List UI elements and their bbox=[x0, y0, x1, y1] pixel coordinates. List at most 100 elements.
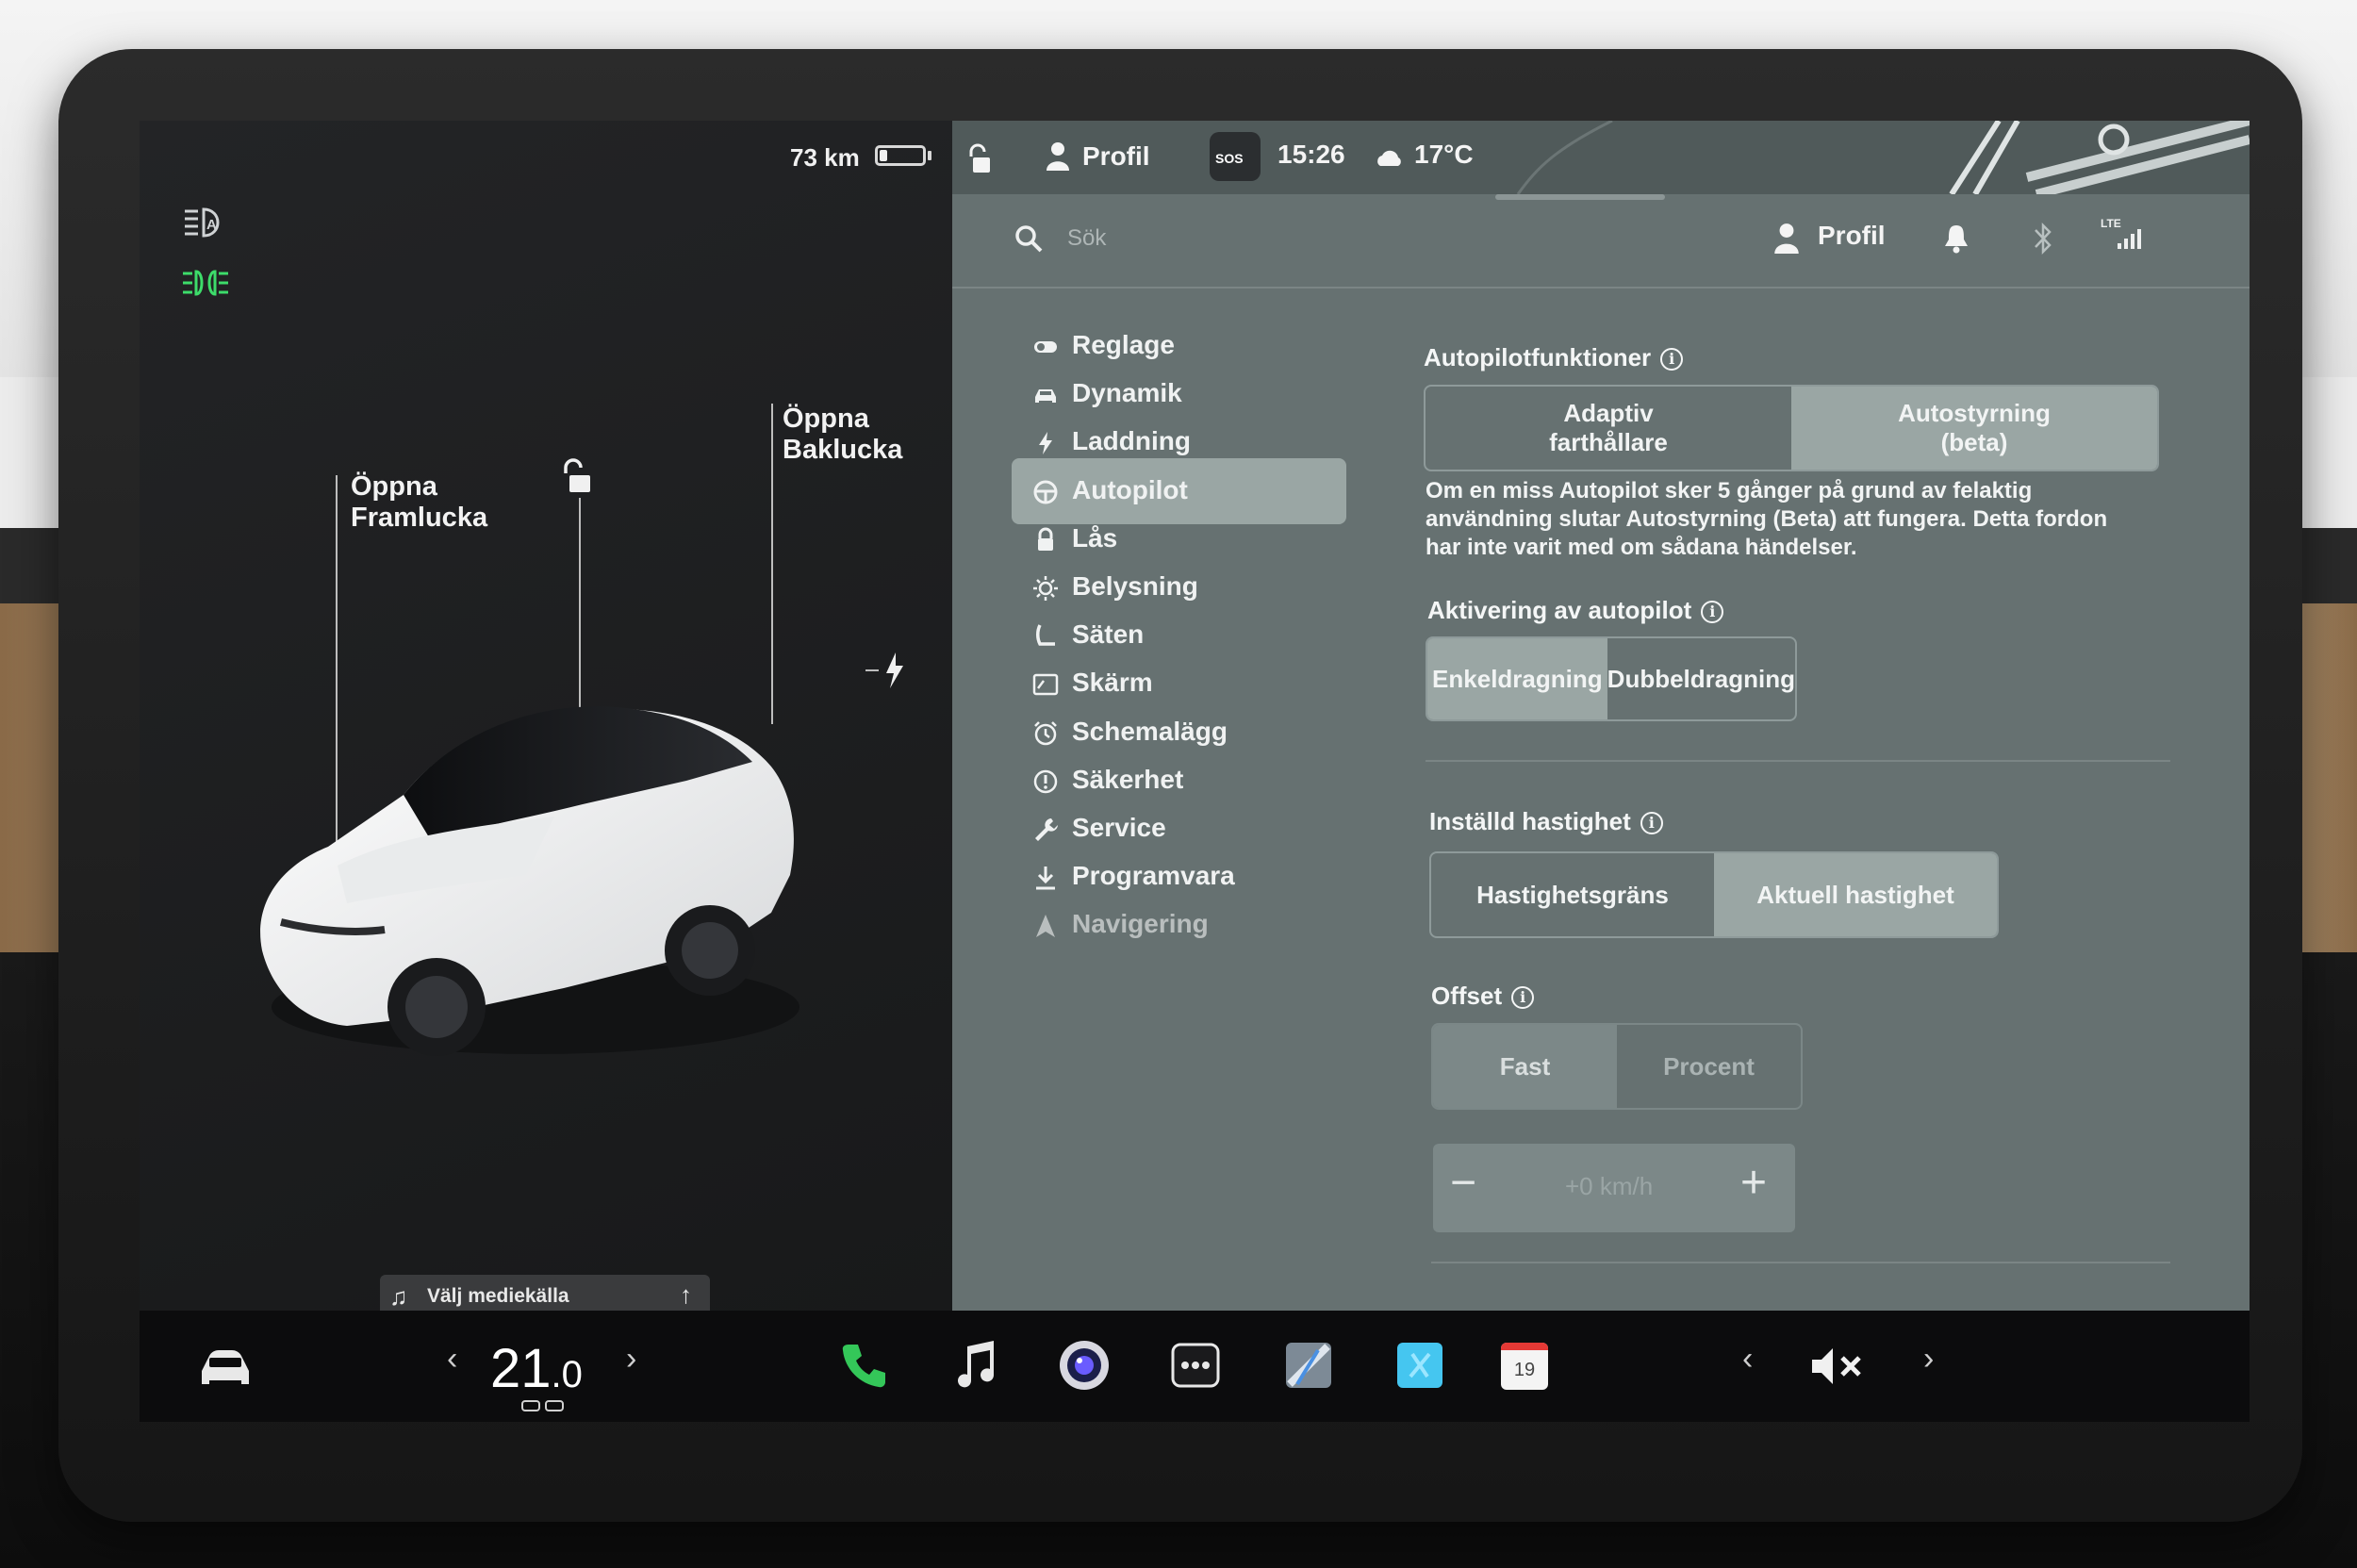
car-icon[interactable] bbox=[196, 1346, 255, 1390]
arrow-up-icon: ↑ bbox=[680, 1280, 692, 1309]
charge-port-icon[interactable] bbox=[865, 649, 913, 692]
outside-temperature: 17°C bbox=[1414, 140, 1474, 169]
profile-icon bbox=[1047, 142, 1069, 171]
search-input[interactable]: Sök bbox=[1067, 225, 1106, 252]
display-icon bbox=[1032, 674, 1059, 696]
set-speed-title: Inställd hastighet i bbox=[1429, 807, 1663, 836]
fixed-offset-option[interactable]: Fast bbox=[1433, 1025, 1617, 1108]
lock-status-icon[interactable] bbox=[965, 143, 994, 175]
info-icon[interactable]: i bbox=[1511, 986, 1535, 1009]
wrench-icon bbox=[1035, 818, 1058, 841]
menu-item-label: Laddning bbox=[1072, 426, 1191, 456]
double-pull-option[interactable]: Dubbeldragning bbox=[1607, 638, 1795, 719]
activation-selector: Enkeldragning Dubbeldragning bbox=[1426, 636, 1797, 721]
autopilot-activation-title: Aktivering av autopilot i bbox=[1427, 596, 1724, 625]
adaptive-cruise-option[interactable]: Adaptiv farthållare bbox=[1426, 387, 1791, 470]
camera-icon[interactable] bbox=[1056, 1337, 1113, 1394]
touchscreen: 73 km A Öppna Framlucka Öppna Baklucka ♫… bbox=[140, 121, 2250, 1422]
music-note-icon: ♫ bbox=[389, 1282, 408, 1311]
menu-item-label: Säten bbox=[1072, 619, 1145, 650]
menu-item-label: Säkerhet bbox=[1072, 764, 1184, 794]
autopilot-strike-description: Om en miss Autopilot sker 5 gånger på gr… bbox=[1426, 478, 2108, 560]
cloud-icon bbox=[1377, 150, 1401, 166]
current-speed-option[interactable]: Aktuell hastighet bbox=[1714, 853, 1997, 936]
profile-button[interactable]: Profil bbox=[1818, 221, 1886, 251]
menu-item-label: Skärm bbox=[1072, 668, 1153, 698]
section-divider bbox=[1426, 760, 2170, 762]
alarm-clock-icon bbox=[1034, 720, 1057, 745]
bluetooth-icon[interactable] bbox=[2031, 221, 2055, 256]
offset-stepper: − +0 km/h + bbox=[1433, 1144, 1795, 1232]
sun-icon bbox=[1033, 576, 1058, 601]
auto-headlights-icon[interactable]: A bbox=[181, 204, 230, 241]
menu-item-label: Navigering bbox=[1072, 909, 1209, 939]
menu-item-label: Reglage bbox=[1072, 330, 1175, 359]
sos-button[interactable]: SOS bbox=[1210, 132, 1261, 181]
svg-text:A: A bbox=[206, 217, 217, 233]
offset-type-selector: Fast Procent bbox=[1431, 1023, 1803, 1110]
parking-lights-icon[interactable] bbox=[181, 264, 230, 302]
navigation-app-icon[interactable] bbox=[1280, 1337, 1337, 1394]
more-apps-icon[interactable] bbox=[1167, 1337, 1224, 1394]
autopilot-features-title: Autopilotfunktioner i bbox=[1424, 343, 1684, 372]
temp-up-button[interactable]: › bbox=[626, 1341, 636, 1378]
status-profile-button[interactable]: Profil bbox=[1082, 141, 1150, 172]
car-icon bbox=[1035, 389, 1056, 404]
menu-item-label: Schemalägg bbox=[1072, 716, 1228, 746]
music-icon[interactable] bbox=[947, 1337, 1003, 1394]
set-speed-selector: Hastighetsgräns Aktuell hastighet bbox=[1429, 851, 1999, 938]
dash-panel-right bbox=[2300, 528, 2357, 603]
toybox-app-icon[interactable] bbox=[1392, 1337, 1448, 1394]
unlock-icon[interactable] bbox=[558, 458, 596, 496]
autosteer-option[interactable]: Autostyrning (beta) bbox=[1791, 387, 2157, 470]
offset-title: Offset i bbox=[1431, 982, 1535, 1011]
info-icon[interactable]: i bbox=[1660, 348, 1684, 371]
offset-value: +0 km/h bbox=[1565, 1172, 1654, 1200]
seat-heater-icon[interactable] bbox=[519, 1397, 567, 1416]
autopilot-features-selector: Adaptiv farthållare Autostyrning (beta) bbox=[1424, 385, 2159, 471]
seat-icon bbox=[1036, 624, 1055, 646]
alert-circle-icon bbox=[1033, 769, 1058, 794]
menu-item-label: Autopilot bbox=[1072, 474, 1188, 504]
menu-item-label: Programvara bbox=[1072, 861, 1235, 891]
increase-offset-button[interactable]: + bbox=[1740, 1157, 1767, 1209]
bolt-icon bbox=[1039, 432, 1052, 455]
percent-offset-option[interactable]: Procent bbox=[1617, 1025, 1801, 1108]
vehicle-model-image bbox=[260, 706, 799, 1056]
menu-item-label: Dynamik bbox=[1072, 378, 1182, 408]
cabin-temperature[interactable]: 21.0 bbox=[490, 1337, 583, 1400]
mute-icon[interactable] bbox=[1808, 1345, 1867, 1388]
volume-down-button[interactable]: ‹ bbox=[1742, 1341, 1753, 1378]
temp-down-button[interactable]: ‹ bbox=[447, 1341, 457, 1378]
clock: 15:26 bbox=[1277, 140, 1345, 169]
info-icon[interactable]: i bbox=[1640, 812, 1663, 834]
phone-icon[interactable] bbox=[835, 1337, 892, 1394]
volume-up-button[interactable]: › bbox=[1923, 1341, 1934, 1378]
decrease-offset-button[interactable]: − bbox=[1450, 1157, 1476, 1209]
range-readout: 73 km bbox=[790, 143, 860, 172]
panel-drag-handle[interactable] bbox=[1495, 194, 1665, 200]
header-divider bbox=[952, 287, 2250, 289]
signal-strength-icon bbox=[2118, 229, 2141, 249]
search-icon[interactable] bbox=[1013, 223, 1045, 255]
download-icon bbox=[1036, 867, 1055, 890]
wood-trim-right bbox=[2300, 603, 2357, 952]
open-trunk-button[interactable]: Öppna Baklucka bbox=[783, 404, 902, 466]
single-pull-option[interactable]: Enkeldragning bbox=[1427, 638, 1607, 719]
battery-fill bbox=[880, 150, 887, 161]
calendar-app-icon[interactable]: 19 bbox=[1501, 1343, 1548, 1390]
menu-item-label: Lås bbox=[1072, 522, 1118, 553]
menu-item-label: Belysning bbox=[1072, 571, 1198, 601]
open-frunk-button[interactable]: Öppna Framlucka bbox=[351, 471, 487, 534]
menu-item-navigering[interactable]: Navigering bbox=[1012, 892, 1346, 958]
info-icon[interactable]: i bbox=[1701, 601, 1724, 623]
steering-wheel-icon bbox=[1033, 480, 1058, 504]
menu-item-label: Service bbox=[1072, 813, 1166, 842]
battery-icon bbox=[875, 145, 926, 166]
lock-icon bbox=[1038, 527, 1053, 551]
speed-limit-option[interactable]: Hastighetsgräns bbox=[1431, 853, 1714, 936]
bell-icon[interactable] bbox=[1942, 223, 1970, 255]
navigation-icon bbox=[1036, 915, 1055, 938]
vehicle-panel: 73 km A Öppna Framlucka Öppna Baklucka ♫… bbox=[140, 121, 952, 1316]
profile-icon bbox=[1774, 223, 1799, 254]
